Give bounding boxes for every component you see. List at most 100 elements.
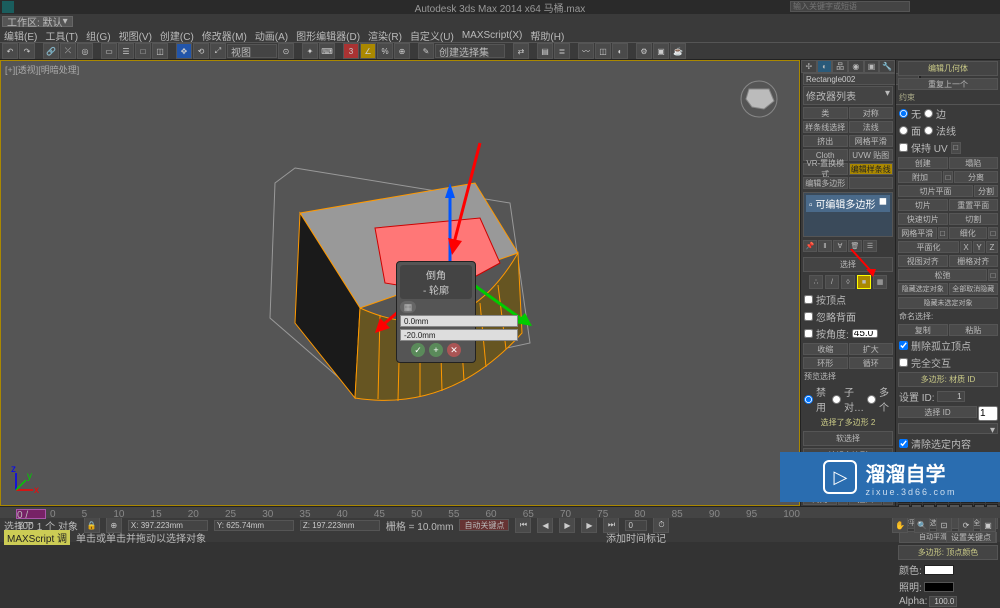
alpha-input[interactable]: [929, 596, 957, 607]
select-rect-button[interactable]: □: [135, 43, 151, 59]
constraint-none-radio[interactable]: [899, 109, 908, 118]
set-id-input[interactable]: [937, 391, 965, 402]
quick-mod-5b[interactable]: 编辑样条线: [849, 163, 894, 175]
quickslice-button[interactable]: 快速切片: [898, 213, 948, 225]
quick-mod-5a[interactable]: VR-置换模式: [803, 163, 848, 175]
height-input[interactable]: [400, 315, 518, 327]
preserve-uv-check[interactable]: [899, 143, 908, 152]
mirror-button[interactable]: ⇄: [513, 43, 529, 59]
modify-tab[interactable]: ◐: [817, 60, 833, 73]
ignore-backfacing-check[interactable]: [804, 312, 813, 321]
preview-multi-radio[interactable]: [867, 395, 876, 404]
delete-iso-check[interactable]: [899, 341, 908, 350]
shrink-button[interactable]: 收缩: [803, 343, 848, 355]
constraint-face-radio[interactable]: [899, 126, 908, 135]
schematic-button[interactable]: ◫: [595, 43, 611, 59]
caddy-apply-button[interactable]: +: [429, 343, 443, 357]
make-planar-button[interactable]: 平面化: [898, 241, 959, 253]
vcolor-swatch[interactable]: [924, 565, 954, 575]
create-button[interactable]: 创建: [898, 157, 948, 169]
full-interact-check[interactable]: [899, 358, 908, 367]
motion-tab[interactable]: ◉: [848, 60, 864, 73]
grid-align-button[interactable]: 栅格对齐: [949, 255, 999, 267]
modifier-list-dropdown[interactable]: 修改器列表▾: [803, 86, 893, 105]
quick-mod-3b[interactable]: 网格平滑: [849, 135, 894, 147]
menu-create[interactable]: 创建(C): [160, 28, 194, 43]
snap-button[interactable]: 3: [343, 43, 359, 59]
scale-button[interactable]: ⤢: [210, 43, 226, 59]
msmooth-settings-button[interactable]: □: [938, 227, 948, 239]
tessellate-button[interactable]: 细化: [949, 227, 988, 239]
pan-view-button[interactable]: ✋: [892, 517, 908, 533]
constraint-normal-radio[interactable]: [924, 126, 933, 135]
viewcube[interactable]: [734, 71, 784, 121]
viewport[interactable]: [+][透视][明暗处理]: [0, 60, 800, 506]
bevel-type-button[interactable]: ▦: [400, 301, 416, 313]
bevel-caddy[interactable]: 倒角 - 轮廓 ▦ ✓ + ✕: [396, 261, 476, 363]
bind-button[interactable]: ◎: [77, 43, 93, 59]
unlink-button[interactable]: ⤫: [60, 43, 76, 59]
quick-mod-1b[interactable]: 对称: [849, 107, 894, 119]
menu-modifiers[interactable]: 修改器(M): [202, 28, 247, 43]
ref-coord-dropdown[interactable]: 视图: [227, 44, 277, 58]
quick-mod-2a[interactable]: 样条线选择: [803, 121, 848, 133]
cut-button[interactable]: 切割: [949, 213, 999, 225]
hierarchy-tab[interactable]: 品: [832, 60, 848, 73]
menu-render[interactable]: 渲染(R): [368, 28, 402, 43]
select-id-button[interactable]: 选择 ID: [898, 406, 977, 418]
quick-mod-6b[interactable]: [849, 177, 894, 189]
outline-input[interactable]: [400, 329, 518, 341]
angle-input[interactable]: [852, 329, 878, 338]
menu-views[interactable]: 视图(V): [119, 28, 152, 43]
attach-list-button[interactable]: □: [943, 171, 953, 183]
search-input[interactable]: [790, 1, 910, 12]
named-sel-dropdown[interactable]: 创建选择集: [435, 44, 505, 58]
menu-edit[interactable]: 编辑(E): [4, 28, 37, 43]
quick-mod-1a[interactable]: 类: [803, 107, 848, 119]
viewport-label[interactable]: [+][透视][明暗处理]: [5, 63, 79, 76]
menu-help[interactable]: 帮助(H): [530, 28, 564, 43]
menu-tools[interactable]: 工具(T): [45, 28, 78, 43]
grow-button[interactable]: 扩大: [849, 343, 894, 355]
render-button[interactable]: ☕: [670, 43, 686, 59]
select-id-input[interactable]: [978, 406, 998, 421]
time-tag-button[interactable]: 添加时间标记: [606, 530, 666, 545]
planar-x-button[interactable]: X: [960, 241, 972, 253]
next-frame-button[interactable]: ▶: [581, 517, 597, 533]
preserve-uv-settings-button[interactable]: □: [951, 142, 961, 154]
utilities-tab[interactable]: 🔧: [879, 60, 895, 73]
slice-plane-button[interactable]: 切片平面: [898, 185, 973, 197]
caddy-cancel-button[interactable]: ✕: [447, 343, 461, 357]
menu-group[interactable]: 组(G): [86, 28, 110, 43]
modifier-stack[interactable]: ▫ 可编辑多边形◼: [803, 192, 893, 237]
msmooth-button[interactable]: 网格平滑: [898, 227, 937, 239]
hide-unsel-button[interactable]: 隐藏未选定对象: [898, 297, 998, 309]
set-key-button[interactable]: 设置关键点: [946, 531, 996, 543]
render-setup-button[interactable]: ⚙: [636, 43, 652, 59]
caddy-ok-button[interactable]: ✓: [411, 343, 425, 357]
reset-plane-button[interactable]: 重置平面: [949, 199, 999, 211]
select-name-button[interactable]: ☰: [118, 43, 134, 59]
quick-mod-6a[interactable]: 编辑多边形: [803, 177, 848, 189]
by-vertex-check[interactable]: [804, 295, 813, 304]
display-tab[interactable]: ▣: [864, 60, 880, 73]
auto-key-button[interactable]: 自动关键点: [459, 519, 509, 531]
quick-mod-2b[interactable]: 法线: [849, 121, 894, 133]
slice-button[interactable]: 切片: [898, 199, 948, 211]
edit-named-sel-button[interactable]: ✎: [418, 43, 434, 59]
material-editor-button[interactable]: ◐: [612, 43, 628, 59]
poly-color-header[interactable]: 多边形: 顶点颜色: [898, 545, 998, 560]
keyboard-shortcut-button[interactable]: ⌨: [319, 43, 335, 59]
hide-sel-button[interactable]: 隐藏选定对象: [898, 283, 948, 295]
link-button[interactable]: 🔗: [43, 43, 59, 59]
ring-button[interactable]: 环形: [803, 357, 848, 369]
paste-sel-button[interactable]: 粘贴: [949, 324, 999, 336]
repeat-last-button[interactable]: 重复上一个: [898, 78, 998, 90]
layers-button[interactable]: ≣: [554, 43, 570, 59]
workspace-dropdown[interactable]: 工作区: 默认 ▾: [2, 16, 73, 27]
redo-button[interactable]: ↷: [19, 43, 35, 59]
loop-button[interactable]: 循环: [849, 357, 894, 369]
edit-geom-header[interactable]: 编辑几何体: [898, 61, 998, 76]
rotate-button[interactable]: ⟲: [193, 43, 209, 59]
maxscript-label[interactable]: MAXScript 调: [4, 530, 70, 545]
